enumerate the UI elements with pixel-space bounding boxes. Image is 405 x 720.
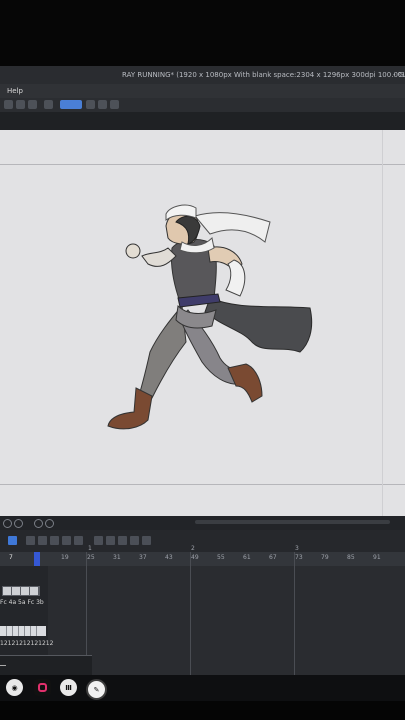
pen-icon[interactable] (86, 100, 95, 109)
timeline-footer (0, 655, 92, 676)
frame-ruler[interactable]: 7 19 25 31 37 43 49 55 61 67 73 79 85 91… (0, 545, 405, 566)
drawing-canvas[interactable] (0, 130, 405, 516)
frame-number: 19 (61, 554, 69, 561)
section-divider (190, 552, 191, 675)
frame-number: 61 (243, 554, 251, 561)
eraser-icon[interactable] (98, 100, 107, 109)
clip-studio-icon[interactable]: ✎ (86, 679, 107, 700)
timeline-toolbar (0, 530, 405, 552)
cel-marker[interactable] (30, 587, 38, 595)
window-title: RAY RUNNING* (1920 x 1080px With blank s… (122, 71, 405, 79)
section-marker: 1 (88, 545, 92, 552)
frame-number: 85 (347, 554, 355, 561)
assign-cel-icon[interactable] (38, 536, 47, 545)
cel-marker[interactable] (12, 587, 20, 595)
menu-help[interactable]: Help (7, 84, 23, 98)
settings-icon[interactable] (110, 100, 119, 109)
cel-frame-bar (0, 626, 46, 636)
section-marker: 2 (191, 545, 195, 552)
cel-labels: Fc 4a 5a Fc 3b (0, 599, 44, 606)
frame-number: 67 (269, 554, 277, 561)
instagram-glyph (38, 683, 47, 692)
playhead[interactable] (34, 552, 40, 566)
new-cel-icon[interactable] (26, 536, 35, 545)
frame-number: 55 (217, 554, 225, 561)
select-icon[interactable] (28, 100, 37, 109)
stop-icon[interactable] (62, 536, 71, 545)
horizontal-scrollbar[interactable] (195, 520, 390, 524)
fill-icon[interactable] (16, 100, 25, 109)
frame-number: 31 (113, 554, 121, 561)
chevron-down-icon[interactable] (118, 536, 127, 545)
loop-icon[interactable] (74, 536, 83, 545)
current-frame: 7 (9, 554, 13, 561)
window-titlebar: RAY RUNNING* (1920 x 1080px With blank s… (0, 66, 405, 84)
zoom-icon[interactable] (34, 519, 43, 528)
monitor-bezel-top (0, 0, 405, 66)
monitor-bezel-bottom (0, 701, 405, 720)
layer-icon[interactable] (4, 100, 13, 109)
cel-marker-row (2, 586, 40, 596)
navigator-icon[interactable] (45, 519, 54, 528)
onion-skin-icon[interactable] (94, 536, 103, 545)
rotate-right-icon[interactable] (14, 519, 23, 528)
cel-marker[interactable] (21, 587, 29, 595)
section-divider (294, 552, 295, 675)
rotate-left-icon[interactable] (3, 519, 12, 528)
menu-bar: Help (0, 84, 405, 98)
timeline-panel: 7 19 25 31 37 43 49 55 61 67 73 79 85 91… (0, 530, 405, 675)
instagram-icon[interactable] (34, 679, 51, 696)
section-marker: 3 (295, 545, 299, 552)
frame-number: 91 (373, 554, 381, 561)
new-animation-folder-icon[interactable] (8, 536, 17, 545)
cel-marker[interactable] (3, 587, 11, 595)
play-icon[interactable] (50, 536, 59, 545)
timeline-menu-icon[interactable] (106, 536, 115, 545)
os-taskbar: ◉ Ⅲ ✎ (0, 675, 405, 701)
frame-number: 37 (139, 554, 147, 561)
lasso-icon[interactable] (60, 100, 82, 109)
frame-number: 73 (295, 554, 303, 561)
window-title-suffix: - CLI (393, 71, 405, 79)
frame-number: 25 (87, 554, 95, 561)
frame-number: 49 (191, 554, 199, 561)
app-icon[interactable]: Ⅲ (60, 679, 77, 696)
tool-property-bar (0, 112, 405, 130)
obs-icon[interactable]: ◉ (6, 679, 23, 696)
edit-pen-icon[interactable] (130, 536, 139, 545)
timeline-footer-line (0, 665, 6, 666)
frame-number: 79 (321, 554, 329, 561)
toolbar (0, 98, 405, 112)
cel-pen-icon[interactable] (142, 536, 151, 545)
cel-sequence: 12121212121212 (0, 640, 54, 647)
running-character-illustration (107, 204, 313, 430)
frame-number: 43 (165, 554, 173, 561)
transform-icon[interactable] (44, 100, 53, 109)
